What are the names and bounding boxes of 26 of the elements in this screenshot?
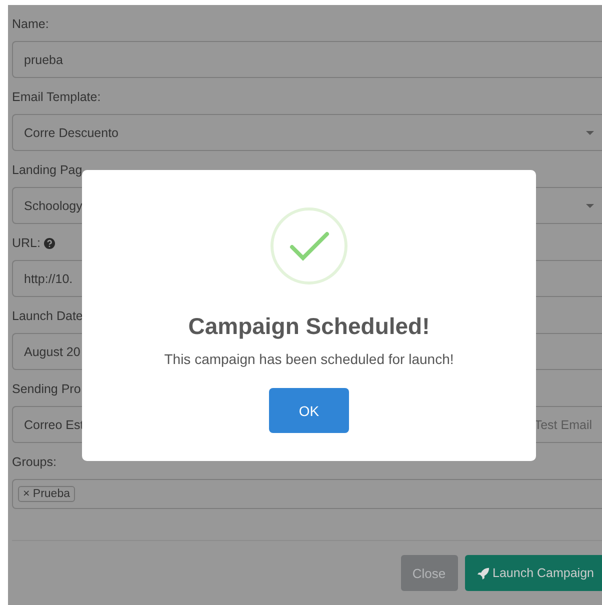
- groups-field[interactable]: × Prueba: [12, 479, 602, 509]
- field-value: prueba: [24, 52, 63, 66]
- group-tag[interactable]: × Prueba: [18, 486, 75, 502]
- ok-button[interactable]: OK: [269, 388, 349, 433]
- field-label: Sending Pro: [12, 382, 81, 396]
- field-label: Groups:: [12, 455, 56, 469]
- field-label: Name:: [12, 17, 49, 31]
- field-value: Corre Descuento: [24, 126, 118, 140]
- field-label: Launch Date: [12, 309, 83, 323]
- field-value: http://10.: [24, 272, 73, 286]
- field-value: Schoology: [24, 198, 82, 212]
- field-label: Landing Pag: [12, 163, 82, 177]
- dialog-title: Campaign Scheduled!: [188, 313, 430, 340]
- input-field[interactable]: prueba: [12, 41, 602, 78]
- field-label: URL:: [12, 236, 40, 250]
- rocket-icon: [476, 566, 490, 580]
- help-icon: [44, 238, 56, 248]
- field-label: Email Template:: [12, 90, 101, 104]
- dialog-message: This campaign has been scheduled for launch!: [164, 351, 454, 367]
- success-check-icon: [270, 207, 348, 285]
- field-value: August 20: [24, 344, 80, 358]
- caret-icon: [586, 204, 594, 208]
- launch-campaign-button[interactable]: Launch Campaign: [464, 555, 602, 591]
- close-button[interactable]: Close: [400, 555, 458, 591]
- caret-icon: [586, 130, 594, 134]
- select-field[interactable]: Corre Descuento: [12, 114, 602, 151]
